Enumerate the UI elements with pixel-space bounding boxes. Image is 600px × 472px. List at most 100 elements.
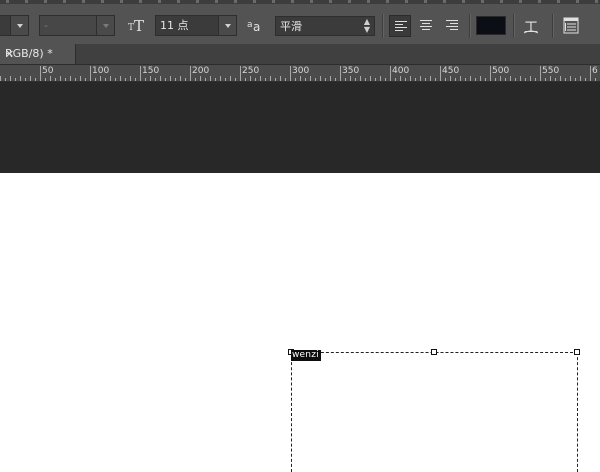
menu-strip-mark (234, 0, 237, 3)
close-icon[interactable]: × (5, 47, 14, 60)
ruler-tick (345, 78, 346, 81)
ruler-tick (475, 78, 476, 81)
ruler-tick (60, 76, 61, 81)
resize-handle-top-right[interactable] (574, 349, 580, 355)
ruler-tick (200, 76, 201, 81)
menu-strip-mark (6, 0, 9, 3)
ruler-tick (545, 78, 546, 81)
selected-text[interactable]: wenzi (291, 350, 321, 361)
ruler-tick (100, 76, 101, 81)
ruler-tick (280, 76, 281, 81)
align-center-button[interactable] (415, 15, 437, 37)
ruler-tick (370, 76, 371, 81)
ruler-tick (480, 76, 481, 81)
ruler-tick (265, 78, 266, 81)
ruler-tick (5, 78, 6, 81)
ruler-tick (560, 76, 561, 81)
ruler-tick (235, 78, 236, 81)
menu-strip-mark (44, 0, 47, 3)
align-left-button[interactable] (389, 15, 411, 37)
ruler-tick (285, 78, 286, 81)
warp-text-icon: 工 (523, 20, 539, 36)
ruler-tick (150, 76, 151, 81)
text-bounding-box[interactable] (291, 352, 578, 472)
ruler-tick (90, 66, 91, 81)
ruler-tick (40, 66, 41, 81)
ruler-tick (585, 78, 586, 81)
document-tab-bar (0, 44, 600, 65)
ruler-tick (520, 76, 521, 81)
menu-strip-mark (557, 0, 560, 3)
ruler-tick (440, 66, 441, 81)
ruler-tick (340, 66, 341, 81)
font-family-dropdown[interactable] (0, 15, 29, 36)
ruler-tick (305, 78, 306, 81)
ruler-tick (400, 76, 401, 81)
ruler-tick (355, 78, 356, 81)
ruler-tick (15, 78, 16, 81)
font-size-dropdown[interactable]: 11 点 (155, 15, 237, 36)
ruler-tick (70, 76, 71, 81)
ruler-tick (550, 76, 551, 81)
ruler-tick (380, 76, 381, 81)
font-size-large-glyph: T (134, 17, 144, 35)
ruler-tick (255, 78, 256, 81)
ruler-tick (470, 76, 471, 81)
text-color-swatch[interactable] (476, 16, 506, 35)
ruler-tick (170, 76, 171, 81)
ruler-tick (395, 78, 396, 81)
ruler-tick (260, 76, 261, 81)
ruler-label: 400 (392, 66, 410, 76)
horizontal-ruler[interactable]: 50 100 150 200 250 300 350 400 450 500 550 6 (0, 65, 600, 82)
warp-text-button[interactable]: 工 (520, 15, 542, 37)
font-style-dropdown[interactable]: - (39, 15, 115, 36)
ruler-tick (290, 66, 291, 81)
ruler-tick (125, 78, 126, 81)
ruler-tick (460, 76, 461, 81)
ruler-tick (335, 78, 336, 81)
ruler-tick (375, 78, 376, 81)
menu-strip-mark (424, 0, 427, 3)
menu-strip-mark (367, 0, 370, 3)
ruler-label: 450 (442, 66, 460, 76)
ruler-tick (390, 66, 391, 81)
ruler-tick (245, 78, 246, 81)
ruler-tick (435, 78, 436, 81)
ruler-tick (530, 76, 531, 81)
align-center-icon (420, 20, 432, 32)
ruler-label: 6 (592, 66, 598, 76)
divider (513, 14, 515, 38)
document-tab[interactable]: RGB/8) * × (0, 44, 76, 64)
ruler-tick (445, 78, 446, 81)
ruler-tick (540, 66, 541, 81)
ruler-tick (0, 76, 1, 81)
font-size-value: 11 点 (160, 19, 189, 32)
toggle-panels-button[interactable] (561, 16, 581, 36)
ruler-label: 150 (142, 66, 160, 76)
ruler-tick (65, 78, 66, 81)
ruler-tick (555, 78, 556, 81)
menu-strip-mark (538, 0, 541, 3)
ruler-tick (160, 76, 161, 81)
ruler-tick (590, 66, 591, 81)
ruler-tick (465, 78, 466, 81)
ruler-tick (195, 78, 196, 81)
ruler-tick (310, 76, 311, 81)
ruler-tick (275, 78, 276, 81)
ruler-tick (25, 78, 26, 81)
ruler-tick (240, 66, 241, 81)
menu-strip-mark (500, 0, 503, 3)
ruler-tick (295, 78, 296, 81)
menu-strip-mark (348, 0, 351, 3)
ruler-tick (350, 76, 351, 81)
antialias-dropdown[interactable]: 平滑 ▲ ▼ (275, 16, 375, 36)
ruler-tick (80, 76, 81, 81)
align-right-button[interactable] (441, 15, 463, 37)
ruler-tick (405, 78, 406, 81)
divider (469, 14, 471, 38)
warp-text-glyph: 工 (524, 20, 538, 36)
menu-strip-mark (139, 0, 142, 3)
ruler-tick (130, 76, 131, 81)
resize-handle-top-center[interactable] (431, 349, 437, 355)
ruler-tick (225, 78, 226, 81)
